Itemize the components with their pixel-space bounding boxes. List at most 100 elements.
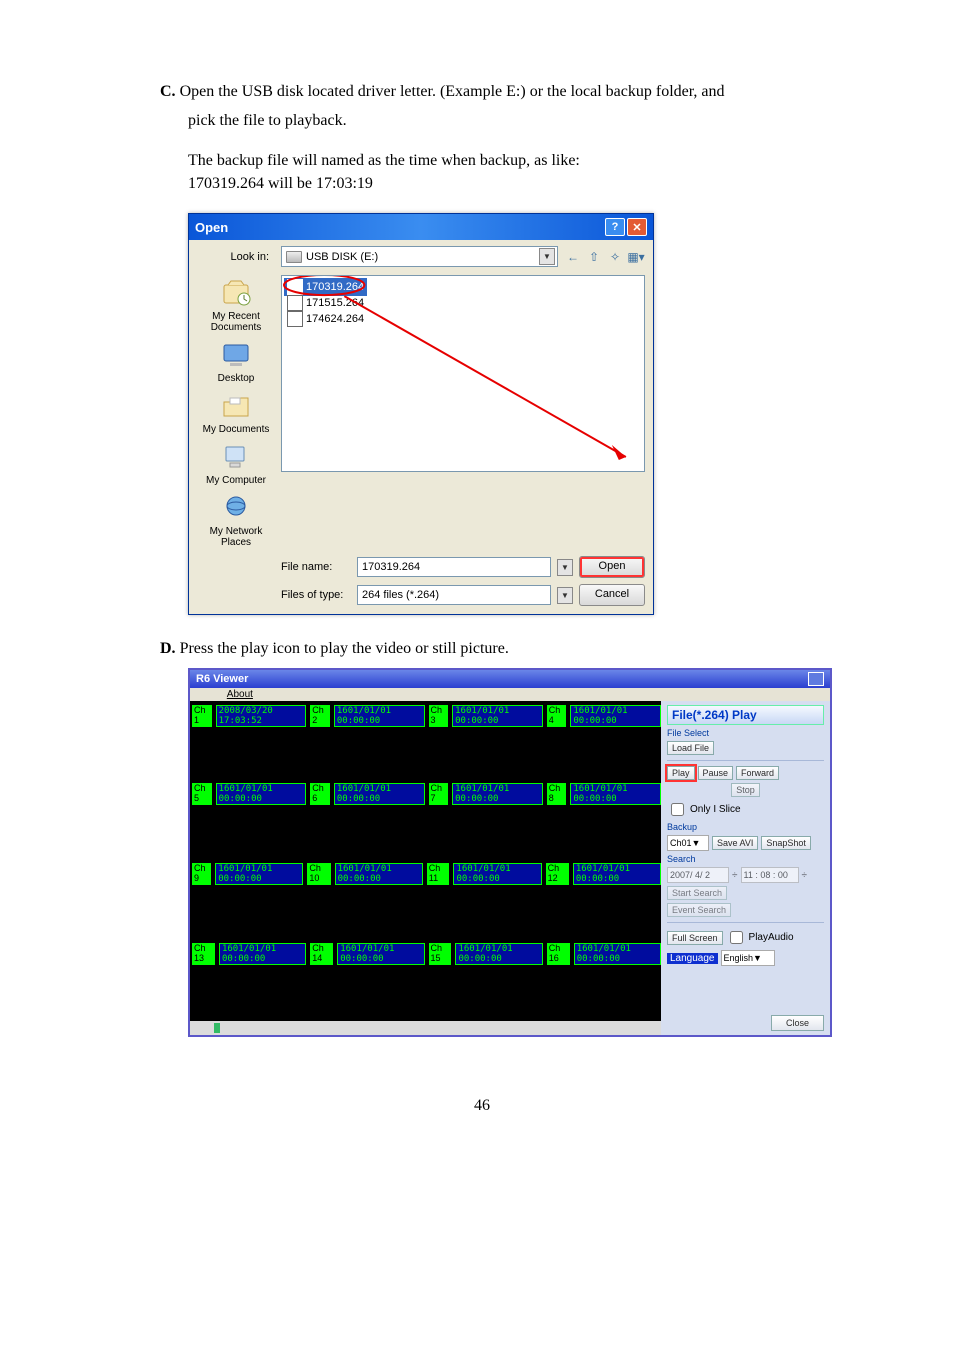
group-backup: Backup	[667, 822, 824, 832]
channel-badge: Ch 3	[429, 705, 449, 727]
channel-timestamp: 1601/01/01 00:00:00	[334, 705, 425, 727]
open-dialog-title: Open	[195, 220, 228, 235]
only-islice-checkbox[interactable]	[671, 803, 684, 816]
channel-badge: Ch 4	[547, 705, 567, 727]
open-dialog-titlebar[interactable]: Open ? ✕	[189, 214, 653, 240]
lookin-combo[interactable]: USB DISK (E:) ▼	[281, 246, 558, 267]
channel-badge: Ch 16	[547, 943, 570, 965]
channel-badge: Ch 6	[310, 783, 330, 805]
place-mydocs[interactable]: My Documents	[203, 390, 270, 435]
viewer-menubar[interactable]: About	[190, 688, 830, 701]
channel-timestamp: 1601/01/01 00:00:00	[574, 943, 661, 965]
viewer-titlebar[interactable]: R6 Viewer	[190, 670, 830, 688]
channel-timestamp: 2008/03/20 17:03:52	[216, 705, 307, 727]
step-c-line2: pick the file to playback.	[160, 109, 804, 132]
group-file-select: File Select	[667, 728, 824, 738]
forward-button[interactable]: Forward	[736, 766, 779, 780]
lookin-value: USB DISK (E:)	[306, 251, 378, 263]
drive-icon	[286, 251, 302, 263]
file-icon	[287, 279, 303, 295]
step-c-note: The backup file will named as the time w…	[160, 150, 804, 195]
page-number: 46	[160, 1097, 804, 1115]
backup-channel-select[interactable]: Ch01 ▼	[667, 835, 709, 851]
channel-timestamp: 1601/01/01 00:00:00	[335, 863, 423, 885]
filetype-combo[interactable]: 264 files (*.264)	[357, 585, 551, 605]
lookin-label: Look in:	[195, 251, 275, 263]
language-select[interactable]: English ▼	[721, 950, 775, 966]
channel-badge: Ch 11	[427, 863, 450, 885]
channel-timestamp: 1601/01/01 00:00:00	[334, 783, 425, 805]
channel-timestamp: 1601/01/01 00:00:00	[570, 783, 661, 805]
chevron-down-icon[interactable]: ▼	[557, 559, 573, 576]
filename-input[interactable]: 170319.264	[357, 557, 551, 577]
channel-badge: Ch 15	[429, 943, 452, 965]
step-d-label: D.	[160, 640, 176, 657]
up-icon[interactable]: ⇧	[585, 248, 603, 266]
channel-badge: Ch 1	[192, 705, 212, 727]
places-bar: My Recent Documents Desktop My Documents…	[195, 275, 277, 548]
load-file-button[interactable]: Load File	[667, 741, 714, 755]
channel-timestamp: 1601/01/01 00:00:00	[455, 943, 542, 965]
playback-slider[interactable]	[190, 1021, 661, 1035]
full-screen-button[interactable]: Full Screen	[667, 931, 723, 945]
channel-badge: Ch 2	[310, 705, 330, 727]
open-button[interactable]: Open	[579, 556, 645, 578]
r6-viewer-window: R6 Viewer About Ch 12008/03/20 17:03:52 …	[188, 668, 832, 1037]
menu-about[interactable]: About	[227, 689, 253, 700]
step-d: D. Press the play icon to play the video…	[160, 637, 804, 660]
channel-timestamp: 1601/01/01 00:00:00	[570, 705, 661, 727]
cancel-button[interactable]: Cancel	[579, 584, 645, 606]
place-recent[interactable]: My Recent Documents	[195, 277, 277, 333]
filename-label: File name:	[281, 561, 351, 573]
snapshot-button[interactable]: SnapShot	[761, 836, 811, 850]
open-dialog: Open ? ✕ Look in: USB DISK (E:) ▼ ← ⇧ ✧ …	[188, 213, 654, 615]
channel-timestamp: 1601/01/01 00:00:00	[215, 863, 303, 885]
channel-timestamp: 1601/01/01 00:00:00	[337, 943, 424, 965]
start-search-button[interactable]: Start Search	[667, 886, 727, 900]
channel-badge: Ch 13	[192, 943, 215, 965]
new-folder-icon[interactable]: ✧	[606, 248, 624, 266]
save-avi-button[interactable]: Save AVI	[712, 836, 758, 850]
file-listing[interactable]: 170319.264 171515.264 174624.264	[281, 275, 645, 472]
sidebar-title: File(*.264) Play	[667, 705, 824, 725]
file-icon	[287, 311, 303, 327]
search-time-input[interactable]: 11 : 08 : 00	[741, 867, 799, 883]
help-icon[interactable]: ?	[605, 218, 625, 236]
channel-timestamp: 1601/01/01 00:00:00	[452, 705, 543, 727]
place-mycomp[interactable]: My Computer	[206, 441, 266, 486]
views-icon[interactable]: ▦▾	[627, 248, 645, 266]
channel-timestamp: 1601/01/01 00:00:00	[219, 943, 306, 965]
viewer-title: R6 Viewer	[196, 673, 248, 685]
step-c-line1: C. Open the USB disk located driver lett…	[160, 80, 804, 103]
chevron-down-icon[interactable]: ▼	[557, 587, 573, 604]
language-label: Language	[667, 953, 718, 964]
search-date-input[interactable]: 2007/ 4/ 2	[667, 867, 729, 883]
channel-badge: Ch 12	[546, 863, 569, 885]
channel-badge: Ch 8	[547, 783, 567, 805]
viewer-close-button[interactable]: Close	[771, 1015, 824, 1031]
play-button[interactable]: Play	[667, 766, 695, 780]
channel-badge: Ch 5	[192, 783, 212, 805]
channel-timestamp: 1601/01/01 00:00:00	[573, 863, 661, 885]
chevron-down-icon[interactable]: ▼	[539, 248, 555, 265]
channel-timestamp: 1601/01/01 00:00:00	[453, 863, 541, 885]
close-icon[interactable]: ✕	[627, 218, 647, 236]
slider-handle[interactable]	[214, 1023, 220, 1033]
file-item[interactable]: 174624.264	[284, 310, 367, 328]
step-c-label: C.	[160, 83, 176, 100]
stop-button[interactable]: Stop	[731, 783, 760, 797]
channel-timestamp: 1601/01/01 00:00:00	[216, 783, 307, 805]
place-desktop[interactable]: Desktop	[218, 339, 255, 384]
channel-badge: Ch 9	[192, 863, 211, 885]
minimize-icon[interactable]	[808, 672, 824, 686]
viewer-sidebar: File(*.264) Play File Select Load File P…	[661, 701, 830, 1035]
event-search-button[interactable]: Event Search	[667, 903, 731, 917]
place-mynet[interactable]: My Network Places	[195, 492, 277, 548]
filetype-label: Files of type:	[281, 589, 351, 601]
back-icon[interactable]: ←	[564, 248, 582, 266]
channel-timestamp: 1601/01/01 00:00:00	[452, 783, 543, 805]
play-audio-checkbox[interactable]	[730, 931, 743, 944]
channel-badge: Ch 14	[310, 943, 333, 965]
channel-badge: Ch 7	[429, 783, 449, 805]
pause-button[interactable]: Pause	[698, 766, 734, 780]
